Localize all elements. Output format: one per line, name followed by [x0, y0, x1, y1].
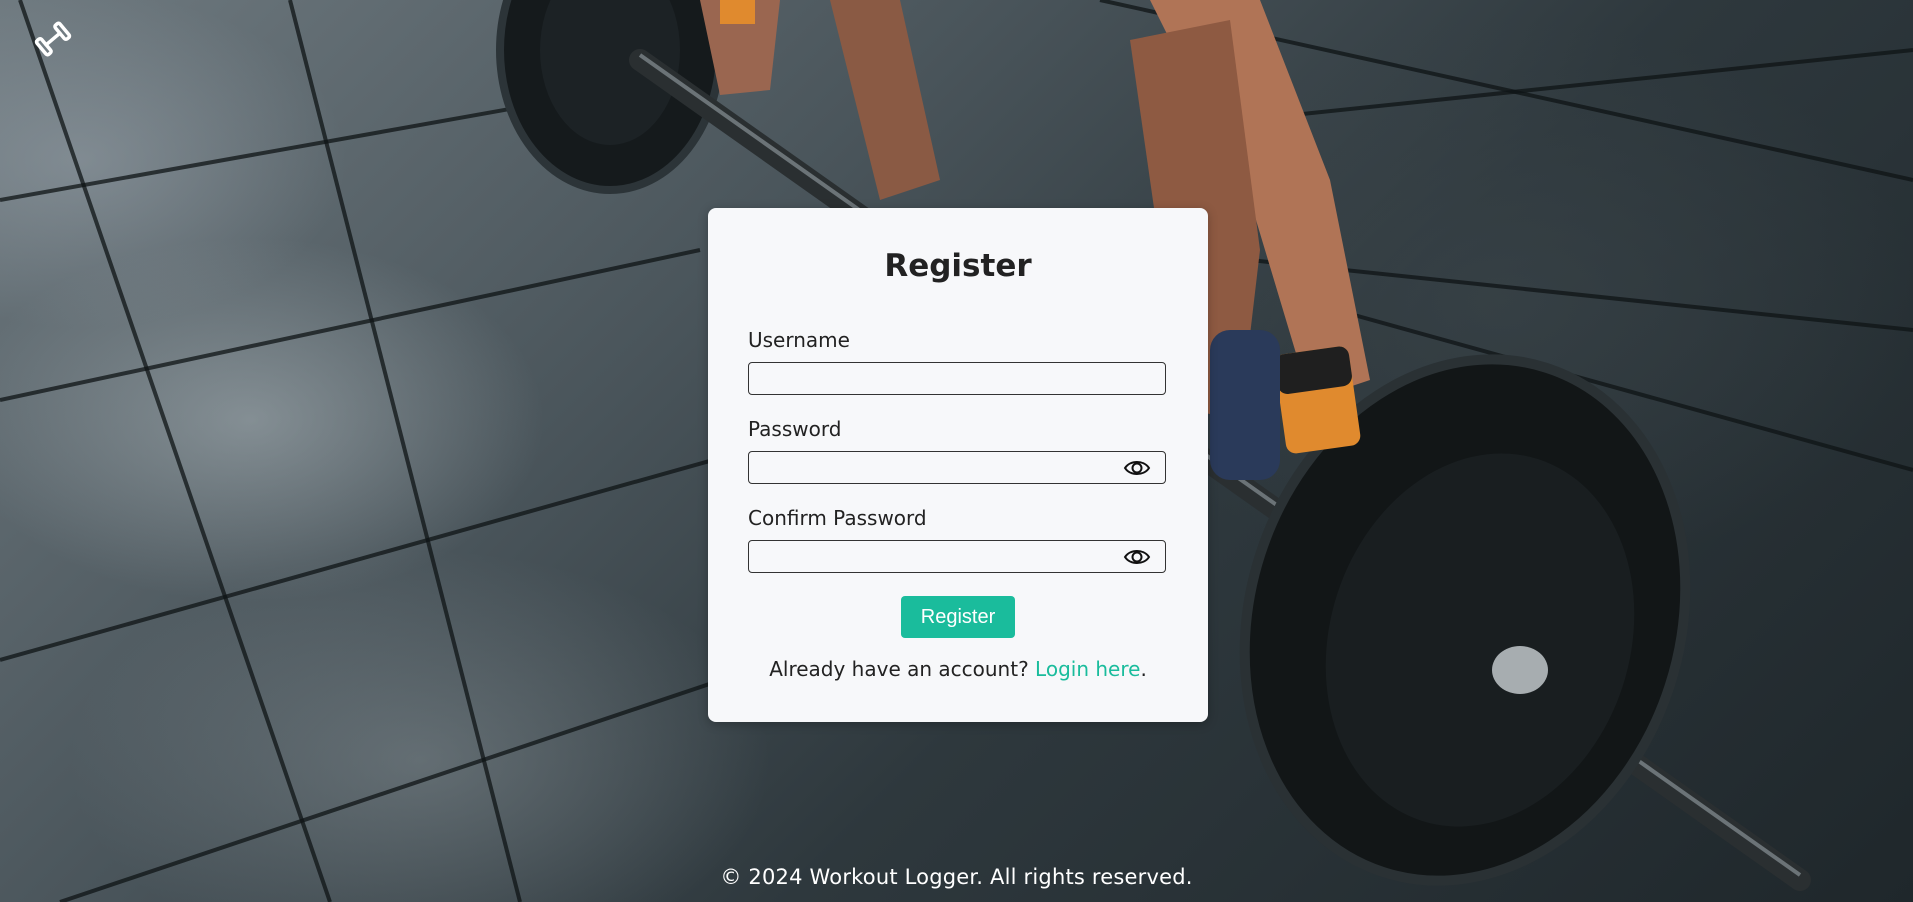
eye-icon[interactable] — [1123, 547, 1151, 567]
confirm-password-label: Confirm Password — [748, 506, 927, 530]
username-input[interactable] — [748, 362, 1166, 395]
password-label: Password — [748, 417, 842, 441]
login-prompt-text: Already have an account? — [769, 657, 1036, 681]
register-card: Register Username Password Confirm Passw… — [708, 208, 1208, 722]
confirm-password-input[interactable] — [748, 540, 1166, 573]
page-title: Register — [884, 248, 1032, 284]
login-prompt: Already have an account? Login here. — [708, 657, 1208, 681]
register-button[interactable]: Register — [901, 596, 1015, 638]
login-prompt-suffix: . — [1140, 657, 1147, 681]
username-label: Username — [748, 328, 850, 352]
login-link[interactable]: Login here — [1035, 657, 1140, 681]
footer-copyright: © 2024 Workout Logger. All rights reserv… — [720, 865, 1193, 889]
password-input[interactable] — [748, 451, 1166, 484]
eye-icon[interactable] — [1123, 458, 1151, 478]
dumbbell-icon[interactable] — [32, 18, 74, 60]
